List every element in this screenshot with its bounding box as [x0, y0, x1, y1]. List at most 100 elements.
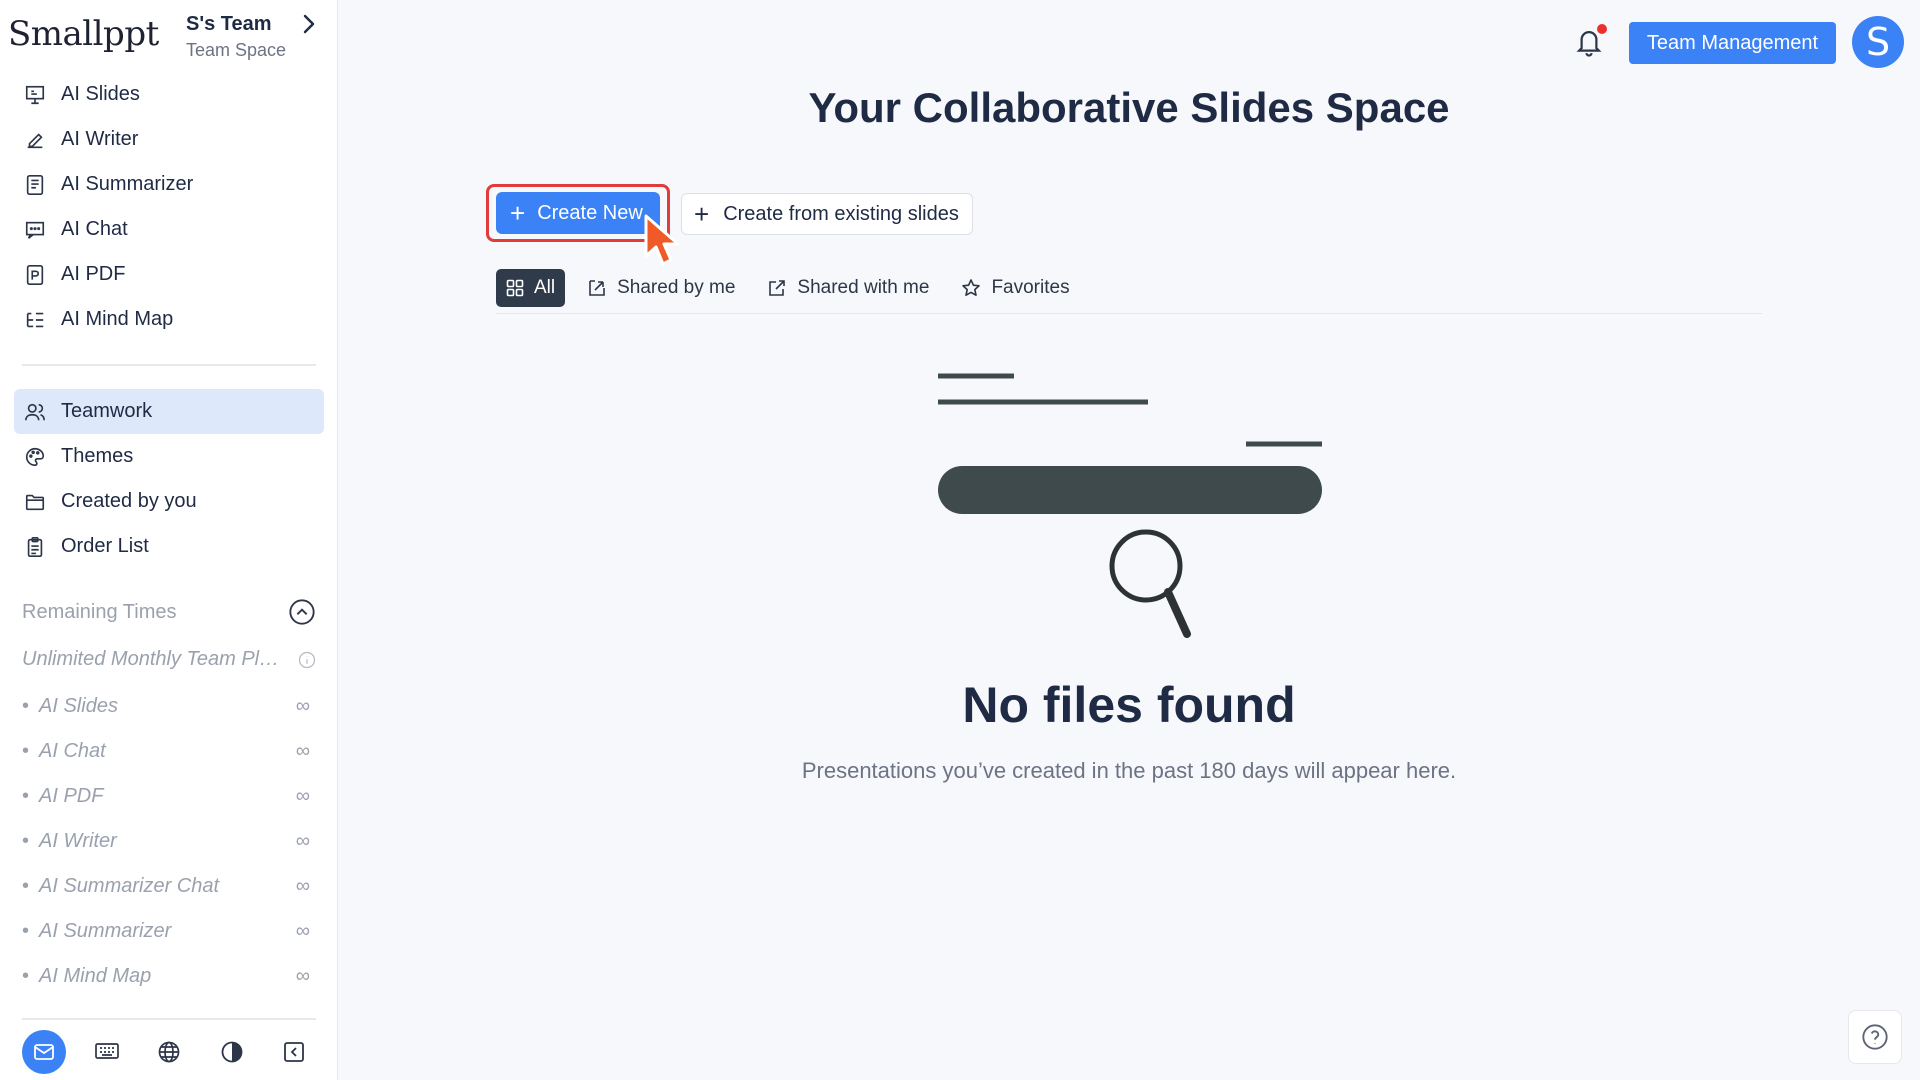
sidebar-item-label: AI Chat	[61, 218, 128, 240]
quota-label: AI Chat	[39, 740, 106, 762]
team-switcher[interactable]: S's Team Team Space	[186, 13, 286, 61]
chevron-right-icon[interactable]	[296, 12, 320, 36]
palette-icon	[22, 444, 48, 470]
empty-state-subtitle: Presentations you’ve created in the past…	[801, 758, 1457, 783]
filter-divider	[496, 313, 1762, 314]
collapse-sidebar-button[interactable]	[272, 1030, 316, 1074]
avatar[interactable]: S	[1852, 16, 1904, 68]
sidebar-item-teamwork[interactable]: Teamwork	[14, 389, 324, 434]
sidebar: Smallppt S's Team Team Space AI Slides A…	[0, 0, 338, 1080]
tab-shared-by-me[interactable]: Shared by me	[579, 269, 743, 307]
team-subtitle: Team Space	[186, 40, 287, 60]
list-item: • AI Slides ∞	[22, 695, 310, 717]
quota-label: AI Summarizer Chat	[39, 875, 220, 897]
help-button[interactable]	[1848, 1010, 1902, 1064]
list-item: • AI Mind Map ∞	[22, 965, 310, 987]
sidebar-item-label: AI Slides	[61, 83, 140, 105]
quota-list: • AI Slides ∞ • AI Chat ∞ • AI PDF ∞ • AI Wr…	[22, 684, 316, 999]
empty-state-title: No files found	[962, 677, 1296, 733]
sidebar-item-label: AI PDF	[61, 263, 126, 285]
sections-nav: Teamwork Themes Created by you Order Lis…	[14, 389, 324, 569]
infinity-icon: ∞	[295, 965, 310, 987]
sidebar-divider	[22, 364, 316, 366]
create-from-existing-button[interactable]: + Create from existing slides	[681, 193, 973, 235]
mindmap-icon	[22, 307, 48, 333]
sidebar-item-ai-slides[interactable]: AI Slides	[14, 72, 324, 117]
quota-label: AI Summarizer	[39, 920, 172, 942]
list-item: • AI PDF ∞	[22, 785, 310, 807]
infinity-icon: ∞	[295, 830, 310, 852]
tab-label: All	[534, 277, 556, 298]
plus-icon: +	[510, 198, 526, 228]
plan-name: Unlimited Monthly Team Pl…	[22, 648, 280, 670]
filter-tabs: All Shared by me Shared with me Favorite…	[496, 269, 1094, 307]
magnifier-icon	[1109, 529, 1191, 638]
collapse-icon	[284, 1042, 304, 1062]
sidebar-item-label: Teamwork	[61, 400, 153, 422]
external-link-icon	[767, 278, 787, 298]
mail-button[interactable]	[22, 1030, 66, 1074]
info-icon[interactable]	[298, 651, 316, 669]
sidebar-item-themes[interactable]: Themes	[14, 434, 324, 479]
users-icon	[22, 399, 48, 425]
tab-favorites[interactable]: Favorites	[953, 269, 1077, 307]
globe-icon	[158, 1041, 180, 1063]
language-button[interactable]	[147, 1030, 191, 1074]
sidebar-item-ai-summarizer[interactable]: AI Summarizer	[14, 162, 324, 207]
plus-icon: +	[694, 199, 710, 229]
sidebar-item-ai-pdf[interactable]: AI PDF	[14, 252, 324, 297]
page-title: Your Collaborative Slides Space	[808, 84, 1450, 131]
sidebar-item-order-list[interactable]: Order List	[14, 524, 324, 569]
quota-label: AI Slides	[39, 695, 118, 717]
plan-info: Unlimited Monthly Team Pl…	[22, 648, 316, 671]
sidebar-item-label: AI Writer	[61, 128, 139, 150]
sidebar-item-label: Created by you	[61, 490, 197, 512]
pen-icon	[22, 127, 48, 153]
infinity-icon: ∞	[295, 875, 310, 897]
notification-badge	[1597, 24, 1607, 34]
sidebar-item-ai-mind-map[interactable]: AI Mind Map	[14, 297, 324, 342]
tab-label: Shared with me	[797, 277, 930, 298]
sidebar-item-ai-chat[interactable]: AI Chat	[14, 207, 324, 252]
brand-logo[interactable]: Smallppt	[8, 14, 159, 54]
tab-label: Shared by me	[617, 277, 736, 298]
quota-label: AI Writer	[39, 830, 117, 852]
team-name: S's Team	[186, 13, 272, 35]
infinity-icon: ∞	[295, 740, 310, 762]
sidebar-bottom-toolbar	[22, 1018, 316, 1080]
remaining-times-title: Remaining Times	[22, 600, 177, 623]
list-item: • AI Chat ∞	[22, 740, 310, 762]
share-out-icon	[587, 278, 607, 298]
mail-icon	[34, 1044, 54, 1060]
sidebar-item-created-by-you[interactable]: Created by you	[14, 479, 324, 524]
tab-shared-with-me[interactable]: Shared with me	[759, 269, 937, 307]
star-icon	[961, 278, 981, 298]
folder-icon	[22, 489, 48, 515]
sidebar-item-label: AI Mind Map	[61, 308, 174, 330]
clipboard-icon	[22, 534, 48, 560]
keyboard-icon	[94, 1043, 119, 1059]
sidebar-item-label: Order List	[61, 535, 149, 557]
pdf-icon	[22, 262, 48, 288]
sidebar-item-label: AI Summarizer	[61, 173, 194, 195]
sidebar-item-ai-writer[interactable]: AI Writer	[14, 117, 324, 162]
keyboard-button[interactable]	[85, 1030, 129, 1074]
quota-label: AI PDF	[39, 785, 104, 807]
presentation-icon	[22, 82, 48, 108]
grid-icon	[506, 279, 524, 297]
sidebar-item-label: Themes	[61, 445, 134, 467]
create-new-button[interactable]: + Create New	[496, 192, 660, 234]
chevron-up-circle-icon[interactable]	[288, 598, 316, 626]
remaining-times-header[interactable]: Remaining Times	[22, 598, 316, 626]
chat-icon	[22, 217, 48, 243]
document-icon	[22, 172, 48, 198]
empty-state-illustration	[938, 373, 1322, 638]
question-icon	[1862, 1024, 1888, 1050]
tab-all[interactable]: All	[496, 269, 566, 307]
theme-toggle-button[interactable]	[210, 1030, 254, 1074]
team-management-button[interactable]: Team Management	[1629, 22, 1836, 64]
infinity-icon: ∞	[295, 920, 310, 942]
tools-nav: AI Slides AI Writer AI Summarizer AI Cha…	[14, 72, 324, 342]
create-new-label: Create New	[537, 201, 643, 224]
create-existing-label: Create from existing slides	[723, 202, 959, 225]
